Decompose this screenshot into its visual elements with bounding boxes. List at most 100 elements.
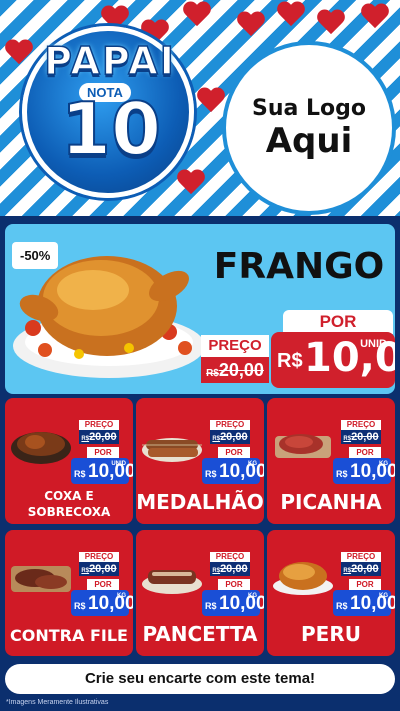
product-card-contra-file[interactable]: PREÇO R$20,00 POR R$ 10,00 KG CONTRA FIL… xyxy=(5,530,133,656)
old-price-label: PREÇO xyxy=(210,420,250,430)
old-price-currency: R$ xyxy=(212,568,221,574)
logo-placeholder[interactable]: Sua Logo Aqui xyxy=(226,45,392,211)
old-price-currency: R$ xyxy=(212,436,221,442)
chicken-thigh-image xyxy=(11,432,71,464)
emblem-title: PAPAI xyxy=(43,38,176,84)
new-price: R$ 10,00 KG xyxy=(202,590,264,616)
product-name: PERU xyxy=(301,622,361,646)
new-price-label: POR xyxy=(283,310,393,334)
old-price-label: PREÇO xyxy=(210,552,250,562)
old-price: R$20,00 xyxy=(210,562,250,576)
logo-line-1: Sua Logo xyxy=(251,95,366,121)
old-price: R$20,00 xyxy=(79,430,119,444)
product-card-peru[interactable]: PREÇO R$20,00 POR R$ 10,00 KG PERU xyxy=(267,530,395,656)
heart-decoration xyxy=(316,10,346,37)
header-banner: PAPAI NOTA 10 Sua Logo Aqui xyxy=(0,0,400,216)
new-price: R$ 10,00 KG xyxy=(333,590,395,616)
new-price-label: POR xyxy=(87,579,119,590)
heart-decoration xyxy=(236,12,266,39)
heart-decoration xyxy=(4,40,34,67)
product-card-pancetta[interactable]: PREÇO R$20,00 POR R$ 10,00 KG PANCETTA xyxy=(136,530,264,656)
old-price-label: PREÇO xyxy=(341,552,381,562)
new-price: R$ 10,00 KG xyxy=(333,458,395,484)
price-unit: UNID xyxy=(360,338,387,350)
old-price-value: 20,00 xyxy=(220,563,248,575)
papai-nota-10-emblem: PAPAI NOTA 10 xyxy=(22,26,194,198)
old-price-label: PREÇO xyxy=(341,420,381,430)
medallion-skewers-image xyxy=(142,438,202,462)
new-price-currency: R$ xyxy=(205,601,217,611)
new-price-label: POR xyxy=(349,447,381,458)
heart-decoration xyxy=(196,88,226,115)
product-name-line-1: COXA E xyxy=(44,489,94,503)
discount-badge: -50% xyxy=(12,242,59,269)
new-price-currency: R$ xyxy=(74,601,86,611)
price-unit: KG xyxy=(248,461,257,467)
product-card-medalhao[interactable]: PREÇO R$20,00 POR R$ 10,00 KG MEDALHÃO xyxy=(136,398,264,524)
old-price: R$20,00 xyxy=(210,430,250,444)
emblem-number: 10 xyxy=(60,86,162,172)
new-price: R$ 10,00 UNID xyxy=(271,332,395,388)
featured-product-card[interactable]: -50% FRANGO PREÇO R$20,00 POR R$ 10,00 U… xyxy=(5,224,395,394)
old-price: R$20,00 xyxy=(79,562,119,576)
heart-decoration xyxy=(182,2,212,29)
new-price-label: POR xyxy=(87,447,119,458)
featured-product-name: FRANGO xyxy=(213,246,385,287)
old-price-label: PREÇO xyxy=(201,335,269,357)
logo-line-2: Aqui xyxy=(265,120,353,161)
old-price-currency: R$ xyxy=(343,436,352,442)
new-price-value: 10,00 xyxy=(350,593,395,614)
new-price-value: 10,00 xyxy=(219,461,264,482)
old-price: R$20,00 xyxy=(341,562,381,576)
old-price-value: 20,00 xyxy=(351,431,379,443)
contra-file-steak-image xyxy=(11,566,71,592)
new-price: R$ 10,00 KG xyxy=(202,458,264,484)
new-price-label: POR xyxy=(218,579,250,590)
new-price-currency: R$ xyxy=(277,350,303,372)
new-price-value: 10,00 xyxy=(350,461,395,482)
old-price-value: 20,00 xyxy=(89,563,117,575)
price-unit: KG xyxy=(379,593,388,599)
old-price-currency: R$ xyxy=(81,436,90,442)
new-price-currency: R$ xyxy=(336,469,348,479)
price-unit: KG xyxy=(248,593,257,599)
create-flyer-cta[interactable]: Crie seu encarte com este tema! xyxy=(5,664,395,694)
old-price-currency: R$ xyxy=(343,568,352,574)
picanha-steak-image xyxy=(275,434,331,458)
product-name: PANCETTA xyxy=(142,622,258,646)
old-price-currency: R$ xyxy=(81,568,90,574)
new-price-value: 10,00 xyxy=(219,593,264,614)
price-unit: KG xyxy=(117,593,126,599)
pancetta-image xyxy=(142,570,202,594)
new-price-label: POR xyxy=(349,579,381,590)
product-name-line-2: SOBRECOXA xyxy=(27,505,111,519)
product-name: CONTRA FILE xyxy=(10,626,128,645)
new-price-label: POR xyxy=(218,447,250,458)
product-name: MEDALHÃO xyxy=(136,490,264,514)
heart-decoration xyxy=(360,4,390,31)
product-name: PICANHA xyxy=(280,490,382,514)
heart-decoration xyxy=(176,170,206,197)
old-price: R$20,00 xyxy=(201,357,269,383)
product-name: COXA E SOBRECOXA xyxy=(5,488,133,520)
old-price-label: PREÇO xyxy=(79,420,119,430)
new-price: R$ 10,00 UNID xyxy=(71,458,133,484)
price-unit: UNID xyxy=(111,461,126,467)
old-price-value: 20,00 xyxy=(351,563,379,575)
old-price-value: 20,00 xyxy=(89,431,117,443)
price-unit: KG xyxy=(379,461,388,467)
disclaimer-text: *Imagens Meramente Ilustrativas xyxy=(6,699,109,706)
old-price-value: 20,00 xyxy=(218,360,264,380)
new-price: R$ 10,00 KG xyxy=(71,590,133,616)
product-card-coxa[interactable]: PREÇO R$20,00 POR R$ 10,00 UNID COXA E S… xyxy=(5,398,133,524)
old-price: R$20,00 xyxy=(341,430,381,444)
heart-decoration xyxy=(276,2,306,29)
product-card-picanha[interactable]: PREÇO R$20,00 POR R$ 10,00 KG PICANHA xyxy=(267,398,395,524)
roast-turkey-image xyxy=(273,562,333,595)
new-price-currency: R$ xyxy=(205,469,217,479)
new-price-currency: R$ xyxy=(74,469,86,479)
new-price-currency: R$ xyxy=(336,601,348,611)
new-price-value: 10,00 xyxy=(88,593,133,614)
old-price-label: PREÇO xyxy=(79,552,119,562)
old-price-value: 20,00 xyxy=(220,431,248,443)
